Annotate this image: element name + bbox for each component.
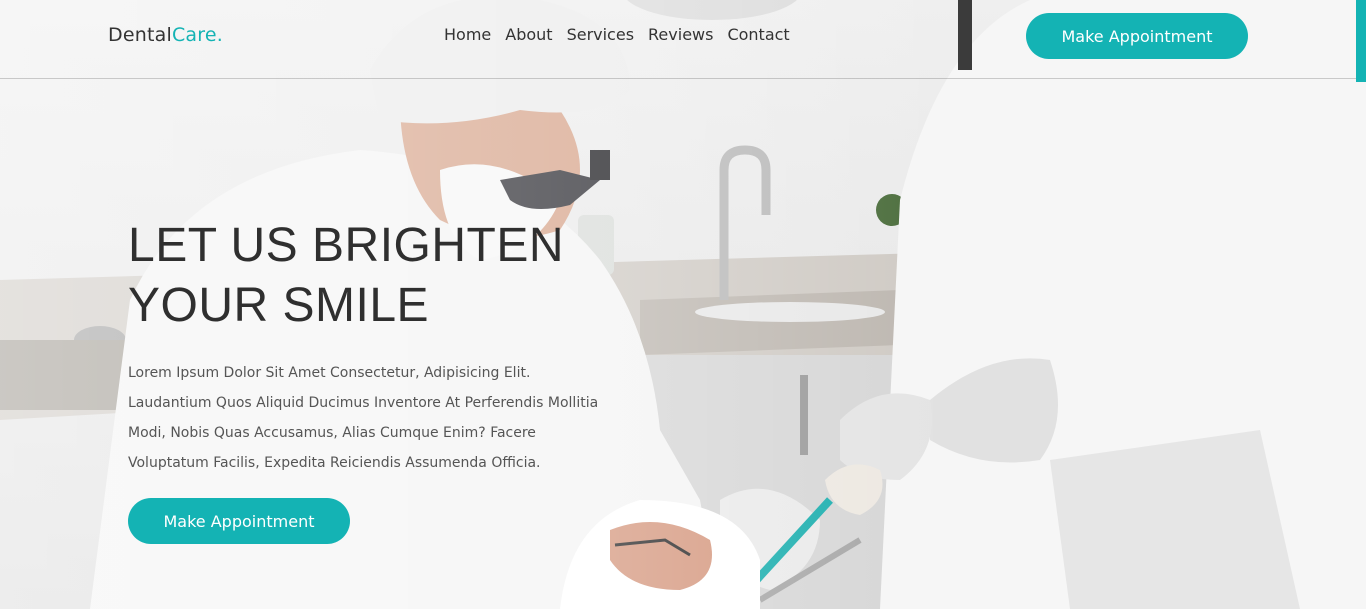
main-nav: Home About Services Reviews Contact <box>444 25 790 44</box>
hero-make-appointment-button[interactable]: Make Appointment <box>128 498 350 544</box>
nav-link-services[interactable]: Services <box>567 25 634 44</box>
nav-link-contact[interactable]: Contact <box>727 25 789 44</box>
hero-text-line: Modi, Nobis Quas Accusamus, Alias Cumque… <box>128 425 536 441</box>
nav-link-about[interactable]: About <box>505 25 552 44</box>
hero-title-line-2: YOUR SMILE <box>128 279 430 332</box>
hero-text-line: Lorem Ipsum Dolor Sit Amet Consectetur, … <box>128 365 531 381</box>
hero-title: LET US BRIGHTEN YOUR SMILE <box>128 216 648 336</box>
site-header: DentalCare. Home About Services Reviews … <box>0 0 1366 79</box>
nav-link-home[interactable]: Home <box>444 25 491 44</box>
hero-text-line: Laudantium Quos Aliquid Ducimus Inventor… <box>128 395 599 411</box>
hero-section: LET US BRIGHTEN YOUR SMILE Lorem Ipsum D… <box>128 216 648 544</box>
brand-name: Dental <box>108 24 172 46</box>
nav-link-reviews[interactable]: Reviews <box>648 25 713 44</box>
brand-logo[interactable]: DentalCare. <box>108 24 223 46</box>
hero-description: Lorem Ipsum Dolor Sit Amet Consectetur, … <box>128 358 633 478</box>
header-make-appointment-button[interactable]: Make Appointment <box>1026 13 1248 59</box>
hero-text-line: Voluptatum Facilis, Expedita Reiciendis … <box>128 455 541 471</box>
brand-accent: Care. <box>171 24 223 46</box>
hero-title-line-1: LET US BRIGHTEN <box>128 219 565 272</box>
scrollbar-thumb[interactable] <box>1356 0 1366 82</box>
